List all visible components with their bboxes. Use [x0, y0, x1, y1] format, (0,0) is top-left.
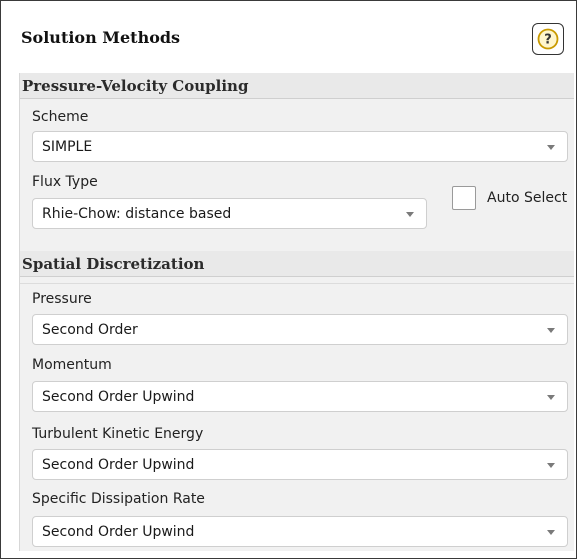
help-button[interactable]: ?: [532, 23, 564, 55]
specific-dissipation-rate-dropdown[interactable]: Second Order Upwind: [32, 516, 568, 547]
question-circle-icon: ?: [537, 28, 559, 50]
spatial-discretization-group: Spatial Discretization Pressure Second O…: [19, 251, 574, 551]
scheme-label: Scheme: [32, 109, 89, 125]
momentum-label: Momentum: [32, 357, 112, 373]
turbulent-kinetic-energy-label: Turbulent Kinetic Energy: [32, 426, 204, 442]
svg-text:?: ?: [544, 33, 552, 48]
turbulent-kinetic-energy-dropdown[interactable]: Second Order Upwind: [32, 449, 568, 480]
chevron-down-icon: [547, 530, 555, 535]
chevron-down-icon: [547, 328, 555, 333]
pressure-label: Pressure: [32, 291, 92, 307]
specific-dissipation-rate-value: Second Order Upwind: [42, 524, 195, 540]
spatial-discretization-header: Spatial Discretization: [20, 251, 574, 277]
chevron-down-icon: [547, 463, 555, 468]
pressure-velocity-coupling-header: Pressure-Velocity Coupling: [20, 73, 574, 99]
panel-title: Solution Methods: [21, 28, 181, 47]
pressure-dropdown[interactable]: Second Order: [32, 314, 568, 345]
flux-type-dropdown[interactable]: Rhie-Chow: distance based: [32, 198, 427, 229]
turbulent-kinetic-energy-value: Second Order Upwind: [42, 457, 195, 473]
pressure-value: Second Order: [42, 322, 138, 338]
flux-type-value: Rhie-Chow: distance based: [42, 206, 232, 222]
section-divider: [20, 283, 574, 284]
pressure-velocity-coupling-group: Pressure-Velocity Coupling Scheme SIMPLE…: [19, 73, 574, 251]
momentum-dropdown[interactable]: Second Order Upwind: [32, 381, 568, 412]
chevron-down-icon: [547, 145, 555, 150]
momentum-value: Second Order Upwind: [42, 389, 195, 405]
scheme-value: SIMPLE: [42, 139, 93, 155]
auto-select-checkbox[interactable]: [452, 186, 476, 210]
chevron-down-icon: [547, 395, 555, 400]
scheme-dropdown[interactable]: SIMPLE: [32, 131, 568, 162]
specific-dissipation-rate-label: Specific Dissipation Rate: [32, 491, 205, 507]
chevron-down-icon: [406, 212, 414, 217]
auto-select-label: Auto Select: [487, 190, 568, 206]
solution-methods-panel: Solution Methods ? Pressure-Velocity Cou…: [0, 0, 577, 559]
flux-type-label: Flux Type: [32, 174, 98, 190]
